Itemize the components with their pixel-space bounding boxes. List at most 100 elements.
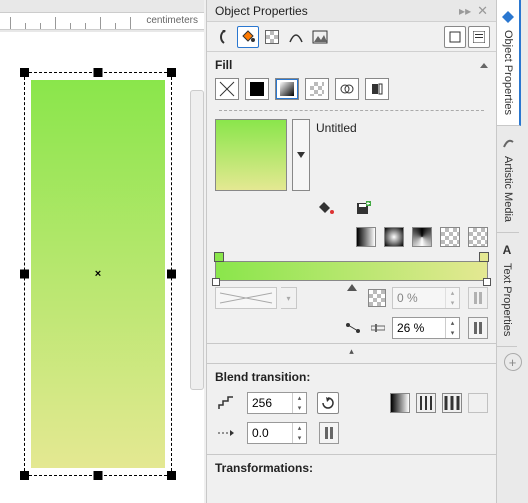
diamond-icon [501,10,515,24]
no-fill-button[interactable] [215,78,239,100]
side-tab-label: Text Properties [501,263,513,336]
mirror-dropdown-button[interactable]: ▾ [281,287,297,309]
bitmap-tab-icon[interactable] [309,26,331,48]
loop-button[interactable] [317,392,339,414]
fill-section-label: Fill [215,58,232,72]
selection-center-marker[interactable]: × [95,268,101,280]
blend-section-label: Blend transition: [215,370,310,384]
node-position-lock-button[interactable] [468,317,488,339]
gradient-editor[interactable] [207,253,496,283]
node-opacity-input[interactable]: ▴▾ [392,287,460,309]
divider [219,110,484,111]
blend-type-ccw-button[interactable] [442,393,462,413]
blend-type-custom-button[interactable] [468,393,488,413]
resize-handle-e[interactable] [167,270,176,279]
rectangular-gradient-button[interactable] [468,227,488,247]
ruler-horizontal: centimeters [0,12,204,30]
resize-handle-s[interactable] [94,471,103,480]
resize-handle-nw[interactable] [20,68,29,77]
gradient-node-start[interactable] [212,278,220,286]
steps-input[interactable]: ▴▾ [247,392,307,414]
fill-section-header[interactable]: Fill [207,52,496,76]
rotation-lock-button[interactable] [319,422,339,444]
preset-row: Untitled [207,115,496,195]
preset-name-label: Untitled [316,119,357,135]
canvas-scrollbar[interactable] [190,90,204,390]
panel-title-text: Object Properties [215,4,308,18]
fill-tab-icon[interactable] [237,26,259,48]
curve-tab-icon[interactable] [285,26,307,48]
rotation-input[interactable]: ▴▾ [247,422,307,444]
canvas-area[interactable]: centimeters × [0,0,204,503]
gradient-node-end[interactable] [483,278,491,286]
steps-icon [215,392,237,414]
side-tab-artistic-media[interactable]: Artistic Media [497,126,519,233]
gradient-stop-end[interactable] [479,252,489,262]
transformations-section-header[interactable]: Transformations: [207,455,496,479]
preset-dropdown-button[interactable] [292,119,310,191]
steps-field[interactable] [248,393,292,413]
add-docker-button[interactable]: + [504,353,522,371]
transparency-tab-icon[interactable] [261,26,283,48]
rotation-icon [215,422,237,444]
resize-handle-se[interactable] [167,471,176,480]
blend-type-linear-button[interactable] [390,393,410,413]
node-position-input[interactable]: ▴▾ [392,317,460,339]
conical-gradient-button[interactable] [412,227,432,247]
resize-handle-w[interactable] [20,270,29,279]
node-opacity-field[interactable] [393,288,445,308]
gradient-type-row [207,225,496,253]
blend-rotation-row: ▴▾ [207,418,496,448]
resize-handle-sw[interactable] [20,471,29,480]
blend-steps-row: ▴▾ [207,388,496,418]
preset-actions-row [207,195,496,225]
gradient-bar[interactable] [215,261,488,281]
fill-type-row [207,76,496,106]
resize-handle-n[interactable] [94,68,103,77]
panel-titlebar[interactable]: Object Properties ▸▸ ✕ [207,0,496,22]
mirror-line-button[interactable] [215,287,277,309]
brush-icon [501,136,515,150]
transformations-section-label: Transformations: [215,461,313,475]
property-tabs-row [207,22,496,52]
gradient-midpoint-handle[interactable] [347,284,357,291]
radial-gradient-button[interactable] [384,227,404,247]
gradient-fill-button[interactable] [275,78,299,100]
ruler-unit-label: centimeters [146,15,198,26]
solid-fill-button[interactable] [245,78,269,100]
chevron-down-icon [297,152,305,158]
frame-tab-icon[interactable] [444,26,466,48]
blend-section-header[interactable]: Blend transition: [207,363,496,388]
side-dock: Object Properties Artistic Media A Text … [496,0,528,503]
rotation-field[interactable] [248,423,292,443]
reverse-nodes-icon[interactable] [342,317,364,339]
node-position-icon [370,317,386,339]
selection-bounding-box[interactable]: × [24,72,172,476]
node-transparency-icon [368,289,386,307]
opacity-lock-button[interactable] [468,287,488,309]
section-expand-icon[interactable]: ▴ [207,344,496,359]
save-preset-icon[interactable] [353,197,375,219]
paint-bucket-icon[interactable] [315,197,337,219]
linear-gradient-button[interactable] [356,227,376,247]
summary-tab-icon[interactable] [468,26,490,48]
gradient-preview-swatch[interactable] [215,119,287,191]
pattern-fill-button[interactable] [305,78,329,100]
outline-tab-icon[interactable] [213,26,235,48]
postscript-fill-button[interactable] [365,78,389,100]
object-properties-panel: Object Properties ▸▸ ✕ Fill [206,0,496,503]
section-collapse-icon[interactable] [480,63,488,68]
texture-fill-button[interactable] [335,78,359,100]
node-position-field[interactable] [393,318,445,338]
gradient-stop-start[interactable] [214,252,224,262]
side-tab-object-properties[interactable]: Object Properties [497,0,521,126]
panel-collapse-icon[interactable]: ▸▸ [459,4,471,18]
panel-close-icon[interactable]: ✕ [477,3,488,19]
resize-handle-ne[interactable] [167,68,176,77]
side-tab-label: Object Properties [502,30,514,115]
side-tab-text-properties[interactable]: A Text Properties [497,233,517,347]
text-icon: A [503,243,512,257]
square-gradient-button[interactable] [440,227,460,247]
side-tab-label: Artistic Media [502,156,514,222]
blend-type-cw-button[interactable] [416,393,436,413]
